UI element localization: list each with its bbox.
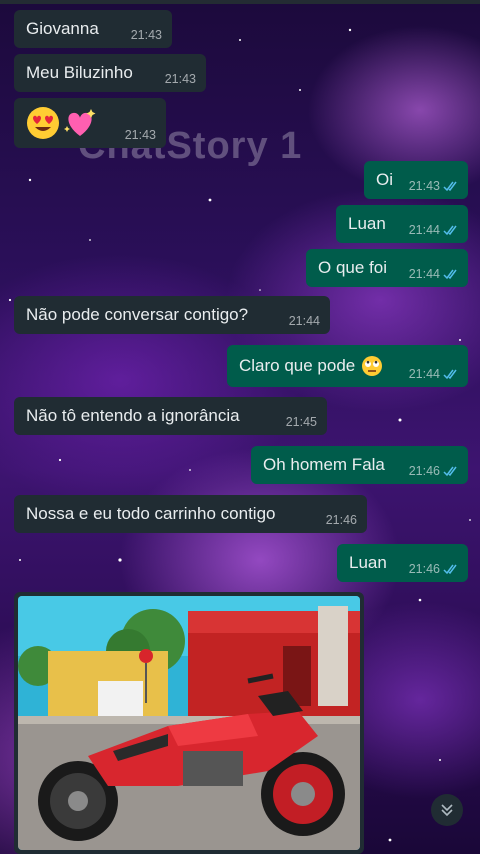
outgoing-message[interactable]: Luan 21:46 <box>337 544 468 582</box>
motorcycle-photo[interactable] <box>18 596 360 850</box>
message-text: Meu Biluzinho <box>26 63 133 82</box>
incoming-message[interactable]: Nossa e eu todo carrinho contigo 21:46 <box>14 495 367 533</box>
read-ticks-icon <box>443 564 457 575</box>
message-time: 21:46 <box>325 513 357 527</box>
incoming-message[interactable]: Não pode conversar contigo? 21:44 <box>14 296 330 334</box>
read-ticks-icon <box>443 225 457 236</box>
message-text: Oi <box>376 170 393 189</box>
message-time: 21:46 <box>408 562 440 576</box>
message-time: 21:44 <box>288 314 320 328</box>
message-text: Luan <box>349 553 387 572</box>
message-time: 21:44 <box>408 367 440 381</box>
message-text: Não pode conversar contigo? <box>26 305 249 324</box>
message-time: 21:45 <box>285 415 317 429</box>
sparkling-heart-icon <box>64 109 96 136</box>
message-time: 21:43 <box>408 179 440 193</box>
incoming-message[interactable]: Meu Biluzinho 21:43 <box>14 54 206 92</box>
scroll-to-bottom-button[interactable] <box>431 794 463 826</box>
message-text: Giovanna <box>26 19 99 38</box>
double-chevron-down-icon <box>441 804 453 817</box>
app-bar-edge <box>0 0 480 4</box>
read-ticks-icon <box>443 181 457 192</box>
incoming-message[interactable]: Giovanna 21:43 <box>14 10 172 48</box>
outgoing-message[interactable]: O que foi 21:44 <box>306 249 468 287</box>
message-time: 21:46 <box>408 464 440 478</box>
incoming-message[interactable]: 21:43 <box>14 98 166 148</box>
message-text: Claro que pode <box>239 356 356 375</box>
emoji-row <box>26 106 98 140</box>
read-ticks-icon <box>443 466 457 477</box>
message-text: O que foi <box>318 258 387 277</box>
read-ticks-icon <box>443 369 457 380</box>
message-text: Não tô entendo a ignorância <box>26 406 240 425</box>
incoming-message[interactable]: Não tô entendo a ignorância 21:45 <box>14 397 327 435</box>
outgoing-message[interactable]: Claro que pode 21:44 <box>227 345 468 387</box>
message-time: 21:43 <box>124 128 156 142</box>
rolling-eyes-emoji-icon <box>362 356 383 376</box>
outgoing-message[interactable]: Luan 21:44 <box>336 205 468 243</box>
message-time: 21:44 <box>408 223 440 237</box>
outgoing-message[interactable]: Oi 21:43 <box>364 161 468 199</box>
outgoing-message[interactable]: Oh homem Fala 21:46 <box>251 446 468 484</box>
message-time: 21:43 <box>164 72 196 86</box>
message-text: Nossa e eu todo carrinho contigo <box>26 504 276 523</box>
incoming-photo-message[interactable] <box>14 592 364 854</box>
message-text: Oh homem Fala <box>263 455 385 474</box>
message-time: 21:44 <box>408 267 440 281</box>
read-ticks-icon <box>443 269 457 280</box>
heart-eyes-emoji-icon <box>27 107 59 139</box>
message-text: Luan <box>348 214 386 233</box>
message-time: 21:43 <box>130 28 162 42</box>
